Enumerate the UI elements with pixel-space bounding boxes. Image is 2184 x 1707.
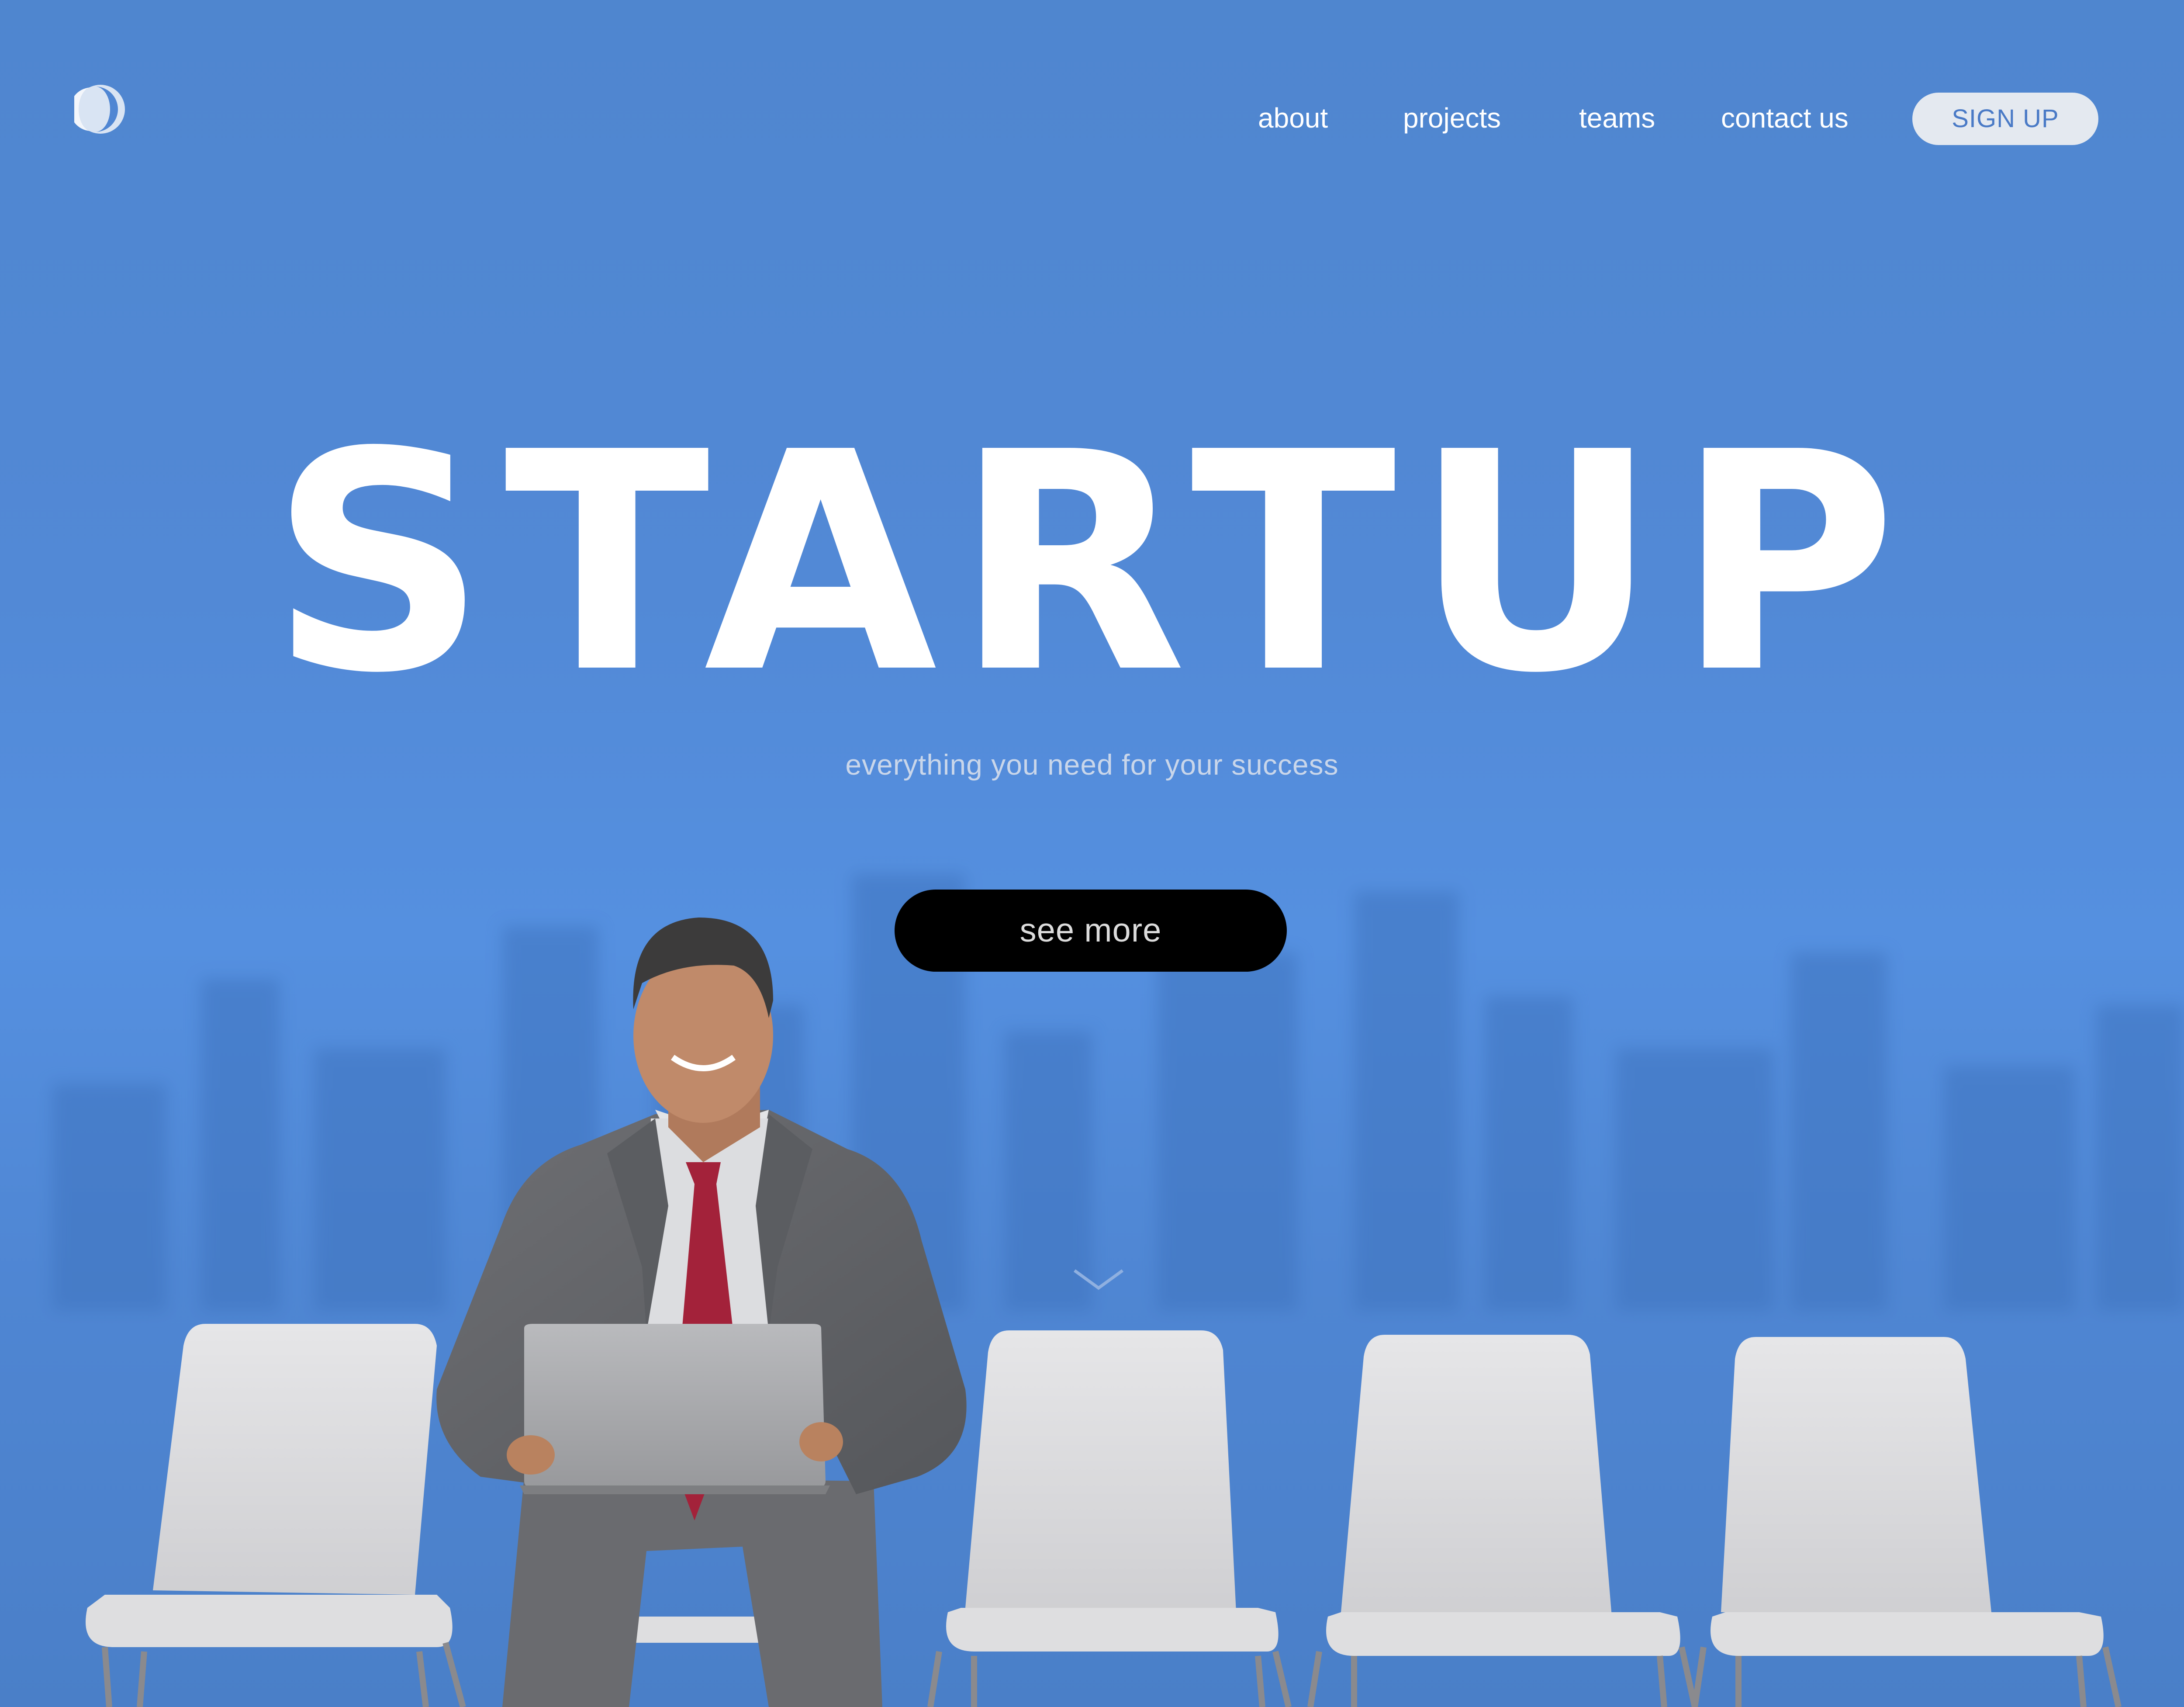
chair bbox=[1692, 1337, 2122, 1707]
office-chairs-scene bbox=[86, 918, 2122, 1707]
see-more-button[interactable]: see more bbox=[895, 890, 1287, 972]
chair bbox=[927, 1330, 1292, 1707]
chevron-down-icon[interactable] bbox=[1072, 1267, 1125, 1293]
businessman-with-laptop bbox=[436, 918, 967, 1707]
chair bbox=[86, 1324, 466, 1707]
chair bbox=[1307, 1335, 1698, 1707]
landing-page: about projects teams contact us SIGN UP … bbox=[0, 0, 2184, 1707]
